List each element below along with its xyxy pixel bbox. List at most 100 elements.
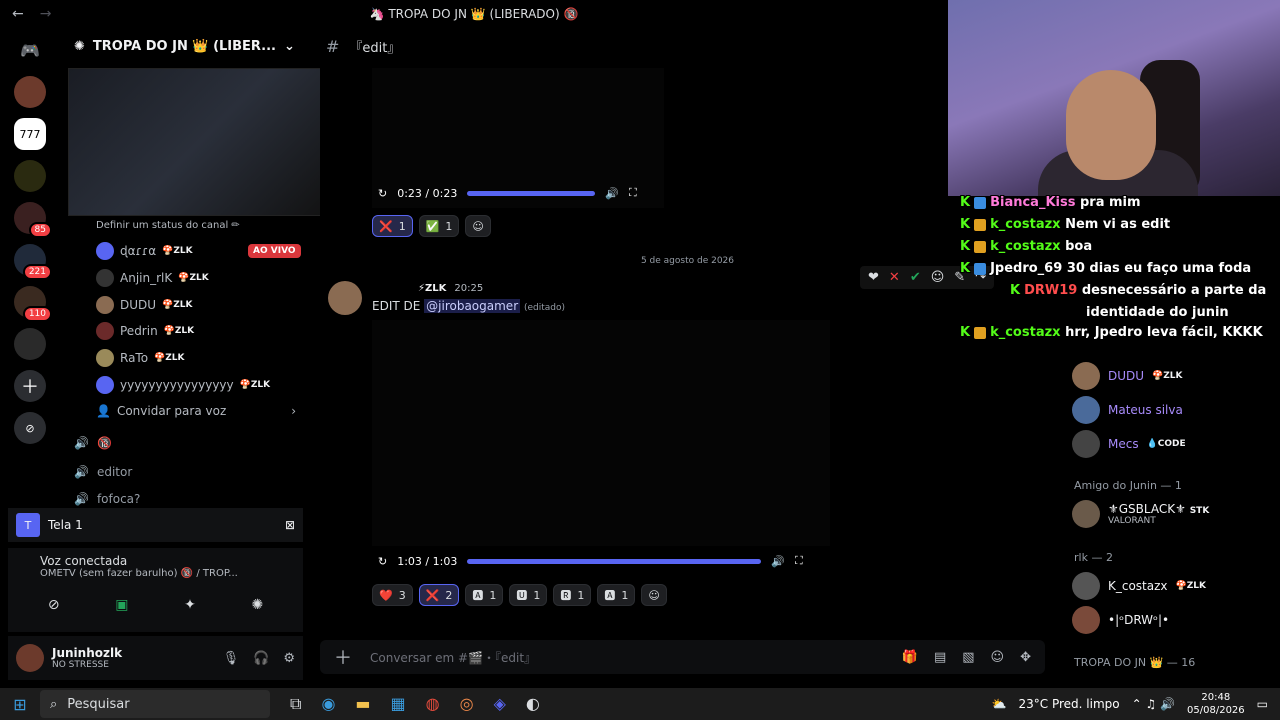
gif-icon[interactable]: ▤ [934, 650, 946, 665]
server-icon-a[interactable]: 85 [14, 202, 52, 238]
reaction[interactable]: 🅰 1 [597, 584, 636, 606]
title-bar: ← → 🦄 TROPA DO JN 👑 (LIBERADO) 🔞 [0, 0, 948, 28]
plus-icon[interactable]: ＋ [334, 644, 352, 670]
emoji-icon[interactable]: ☺ [931, 270, 945, 285]
add-user-icon: 👤 [96, 404, 111, 418]
video-player[interactable] [372, 320, 830, 546]
message-composer[interactable]: ＋ Conversar em #🎬・『edit』 🎁 ▤ ▧ ☺ ✥ [320, 640, 1045, 674]
replay-icon[interactable]: ↻ [378, 555, 387, 568]
sticker-icon[interactable]: ▧ [962, 650, 974, 665]
fullscreen-icon[interactable]: ⛶ [795, 554, 803, 568]
voice-user[interactable]: yyyyyyyyyyyyyyyy 🍄ZLK [96, 374, 270, 396]
chat-header: # 『edit』 [320, 28, 1055, 64]
camera-off-icon[interactable]: ⊘ [48, 597, 60, 613]
chat-area: # 『edit』 ↻ 0:23 / 0:23 🔊 ⛶ ❌ 1 ✅ 1 ☺ 5 de … [320, 28, 1055, 688]
server-icon-777[interactable]: 777 [14, 118, 46, 150]
task-view-icon[interactable]: ⧉ [290, 694, 301, 714]
screenshare-bar[interactable]: T Tela 1 ⊠ [8, 508, 303, 542]
voice-user[interactable]: DUDU 🍄ZLK [96, 294, 193, 316]
reaction[interactable]: 🆁 1 [553, 584, 592, 606]
gift-icon[interactable]: 🎁 [902, 650, 918, 665]
add-server-icon[interactable]: ＋ [14, 370, 46, 402]
voice-channel[interactable]: 🔊 editor [74, 465, 132, 479]
edge-icon[interactable]: ◉ [321, 694, 335, 714]
voice-user[interactable]: Pedrin 🍄ZLK [96, 320, 194, 342]
member-row[interactable]: K_costazx 🍄ZLK [1072, 572, 1206, 600]
weather-text[interactable]: 23°C Pred. limpo [1019, 697, 1120, 711]
reaction[interactable]: ❤️ 3 [372, 584, 413, 606]
voice-channel[interactable]: 🔊 fofoca? [74, 492, 140, 506]
voice-user[interactable]: ɖαɾɾα 🍄ZLK [96, 240, 193, 262]
share-screen-icon[interactable]: ▣ [115, 597, 128, 613]
server-icon-dm[interactable] [14, 76, 46, 108]
stream-preview[interactable] [68, 68, 333, 216]
cross-icon[interactable]: ✕ [889, 270, 900, 285]
headset-icon[interactable]: 🎧 [253, 651, 269, 666]
weather-icon[interactable]: ⛅ [992, 697, 1007, 711]
activities-icon[interactable]: ✦ [184, 597, 196, 613]
member-row[interactable]: •|ᵒDRWᵒ|• [1072, 606, 1169, 634]
voice-user[interactable]: RaTo 🍄ZLK [96, 347, 185, 369]
check-icon[interactable]: ✔ [910, 270, 921, 285]
server-icon-c[interactable]: 110 [14, 286, 52, 322]
close-icon[interactable]: ⊠ [285, 518, 295, 532]
head-shape [1066, 70, 1156, 180]
search-icon: ⌕ [50, 696, 58, 712]
voice-user[interactable]: Anjin_rlK 🍄ZLK [96, 267, 209, 289]
chrome-icon[interactable]: ◍ [426, 694, 440, 714]
file-explorer-icon[interactable]: ▬ [355, 694, 370, 714]
volume-icon[interactable]: 🔊 [771, 555, 785, 568]
reaction[interactable]: 🅰 1 [465, 584, 504, 606]
clock[interactable]: 20:48 05/08/2026 [1187, 691, 1245, 717]
invite-voice-item[interactable]: 👤 Convidar para voz › [96, 400, 296, 422]
replay-icon[interactable]: ↻ [378, 187, 387, 200]
emoji-icon[interactable]: ☺ [991, 650, 1005, 665]
reaction[interactable]: ✅ 1 [418, 215, 460, 237]
user-mention[interactable]: @jirobaogamer [424, 299, 521, 313]
unread-badge: 221 [22, 264, 52, 280]
member-row[interactable]: Mecs 💧CODE [1072, 430, 1186, 458]
member-row[interactable]: Mateus silva [1072, 396, 1183, 424]
mic-icon[interactable]: 🎙 [223, 651, 240, 666]
apps-icon[interactable]: ✥ [1020, 650, 1031, 665]
set-channel-status-link[interactable]: Definir um status do canal ✏ [96, 220, 240, 231]
chevron-down-icon: ⌄ [284, 38, 295, 54]
volume-icon[interactable]: 🔊 [605, 187, 619, 200]
windows-start-icon[interactable]: ⊞ [0, 695, 40, 714]
avatar[interactable] [16, 644, 44, 672]
member-row[interactable]: ⚜GSBLACK⚜ STK VALORANT [1072, 500, 1209, 528]
hash-icon: # [326, 36, 340, 56]
discord-taskbar-icon[interactable]: ◈ [494, 694, 506, 714]
avatar[interactable] [328, 281, 362, 315]
explore-icon[interactable]: ⊘ [14, 412, 46, 444]
reactions: ❌ 1 ✅ 1 ☺ [372, 215, 491, 237]
reaction[interactable]: ❌ 1 [372, 215, 413, 237]
video-progress[interactable] [467, 558, 762, 564]
voice-server-label[interactable]: OMETV (sem fazer barulho) 🔞 / TROP... [40, 568, 291, 579]
server-icon-spotify[interactable] [14, 160, 46, 192]
server-icon-b[interactable]: 221 [14, 244, 52, 280]
reaction[interactable]: ❌ 2 [418, 584, 460, 606]
discord-home-icon[interactable]: 🎮 [14, 34, 46, 66]
add-reaction-button[interactable]: ☺ [465, 215, 491, 237]
video-progress[interactable] [467, 190, 596, 196]
fullscreen-icon[interactable]: ⛶ [629, 186, 637, 200]
composer-placeholder[interactable]: Conversar em #🎬・『edit』 [370, 649, 536, 666]
notifications-icon[interactable]: ▭ [1257, 697, 1268, 711]
avatar [96, 269, 114, 287]
store-icon[interactable]: ▦ [391, 694, 406, 714]
soundboard-icon[interactable]: ✺ [251, 597, 263, 613]
reaction[interactable]: 🆄 1 [509, 584, 548, 606]
server-icon-d[interactable] [14, 328, 46, 360]
emoji-icon: ☺ [648, 588, 660, 602]
voice-channel[interactable]: 🔊 🔞 [74, 436, 112, 450]
tray-icons[interactable]: ⌃ ♫ 🔊 [1132, 697, 1175, 711]
add-reaction-button[interactable]: ☺ [641, 584, 667, 606]
app-icon[interactable]: ◎ [460, 694, 474, 714]
heart-icon[interactable]: ❤ [868, 270, 879, 285]
server-header[interactable]: ✺ TROPA DO JN 👑 (LIBER... ⌄ [60, 28, 305, 64]
taskbar-search[interactable]: ⌕ Pesquisar [40, 690, 270, 718]
gear-icon[interactable]: ⚙ [283, 651, 295, 666]
member-row[interactable]: DUDU 🍄ZLK [1072, 362, 1183, 390]
obs-icon[interactable]: ◐ [526, 694, 540, 714]
